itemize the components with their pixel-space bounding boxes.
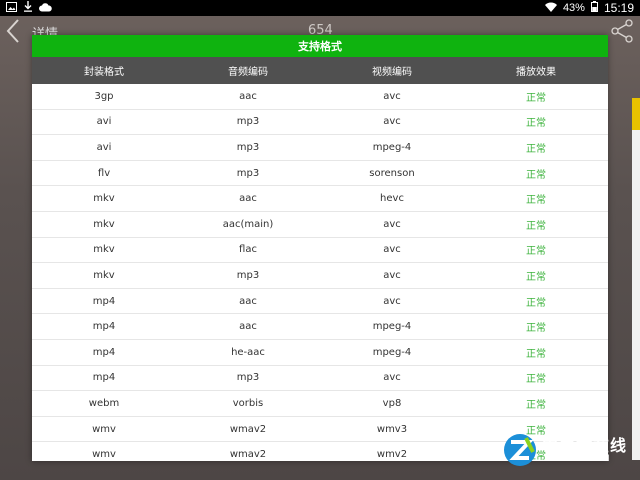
cell-audio-codec: aac	[239, 90, 257, 102]
cell-container: mkv	[93, 193, 115, 205]
cell-container: mkv	[93, 269, 115, 281]
cell-container: 3gp	[94, 90, 114, 102]
cell-playback: 正常	[526, 92, 546, 104]
format-table-body[interactable]: 3gp aac avc 正常 avi mp3 avc 正常 avi mp3 mpeg-4 正常 flv m…	[32, 84, 608, 461]
status-bar: 43% 15:19	[0, 0, 640, 16]
cell-video-codec: mpeg-4	[372, 321, 412, 333]
cell-playback: 正常	[526, 143, 546, 155]
cell-container: flv	[97, 167, 111, 179]
supported-formats-dialog: 支持格式 封装格式 音频编码 视频编码 播放效果 3gp aac avc 正常 avi m…	[32, 35, 608, 461]
column-audio-codec: 音频编码	[228, 67, 268, 78]
table-header: 封装格式 音频编码 视频编码 播放效果	[32, 57, 608, 84]
image-icon	[6, 1, 17, 15]
cell-video-codec: avc	[383, 116, 401, 128]
column-container: 封装格式	[84, 67, 124, 78]
cell-container: mp4	[92, 372, 116, 384]
cell-playback: 正常	[526, 118, 546, 130]
cell-audio-codec: mp3	[236, 269, 260, 281]
battery-percent: 43%	[562, 2, 585, 14]
column-video-codec: 视频编码	[372, 67, 412, 78]
cell-container: webm	[88, 397, 120, 409]
cell-playback: 正常	[526, 374, 546, 386]
cell-video-codec: sorenson	[369, 167, 415, 179]
cell-video-codec: mpeg-4	[372, 141, 412, 153]
cell-audio-codec: mp3	[236, 141, 260, 153]
cell-playback: 正常	[526, 246, 546, 258]
dialog-title: 支持格式	[32, 35, 608, 57]
cell-audio-codec: aac(main)	[222, 218, 274, 230]
table-row: mp4 aac mpeg-4 正常	[32, 314, 608, 340]
cell-playback: 正常	[526, 169, 546, 181]
table-row: mkv mp3 avc 正常	[32, 263, 608, 289]
cell-video-codec: wmv3	[376, 423, 408, 435]
cell-container: avi	[96, 116, 112, 128]
cell-playback: 正常	[526, 297, 546, 309]
table-row: mkv aac hevc 正常	[32, 186, 608, 212]
cell-audio-codec: wmav2	[229, 449, 267, 461]
cell-audio-codec: aac	[239, 321, 257, 333]
table-row: mp4 mp3 avc 正常	[32, 366, 608, 392]
side-panel-edge	[632, 130, 640, 460]
table-row: flv mp3 sorenson 正常	[32, 161, 608, 187]
table-row: mkv flac avc 正常	[32, 238, 608, 264]
wifi-icon	[544, 2, 557, 15]
cloud-icon	[39, 2, 52, 15]
table-row: 3gp aac avc 正常	[32, 84, 608, 110]
table-row: mkv aac(main) avc 正常	[32, 212, 608, 238]
cell-container: mkv	[93, 244, 115, 256]
cell-video-codec: avc	[383, 372, 401, 384]
cell-video-codec: avc	[383, 269, 401, 281]
cell-playback: 正常	[526, 195, 546, 207]
cell-audio-codec: mp3	[236, 167, 260, 179]
cell-container: mp4	[92, 321, 116, 333]
cell-audio-codec: wmav2	[229, 423, 267, 435]
cell-video-codec: wmv2	[376, 449, 408, 461]
cell-container: mkv	[93, 218, 115, 230]
table-row: mp4 he-aac mpeg-4 正常	[32, 340, 608, 366]
side-accent	[632, 98, 640, 130]
cell-playback: 正常	[526, 220, 546, 232]
cell-playback: 正常	[526, 323, 546, 335]
cell-audio-codec: aac	[239, 295, 257, 307]
cell-audio-codec: flac	[239, 244, 257, 256]
cell-video-codec: mpeg-4	[372, 346, 412, 358]
download-icon	[23, 1, 33, 15]
cell-container: wmv	[92, 449, 116, 461]
table-row: avi mp3 mpeg-4 正常	[32, 135, 608, 161]
zol-logo-icon	[502, 432, 538, 468]
cell-container: mp4	[92, 295, 116, 307]
cell-video-codec: avc	[383, 218, 401, 230]
cell-playback: 正常	[526, 271, 546, 283]
cell-audio-codec: vorbis	[232, 397, 264, 409]
table-row: webm vorbis vp8 正常	[32, 391, 608, 417]
cell-audio-codec: mp3	[236, 372, 260, 384]
back-arrow-icon[interactable]	[4, 18, 22, 44]
cell-audio-codec: aac	[239, 193, 257, 205]
watermark-subtext: ZOL.COM.CN	[544, 453, 611, 463]
cell-playback: 正常	[526, 348, 546, 360]
cell-container: avi	[96, 141, 112, 153]
cell-video-codec: hevc	[380, 193, 404, 205]
table-row: mp4 aac avc 正常	[32, 289, 608, 315]
cell-audio-codec: he-aac	[231, 346, 265, 358]
share-icon[interactable]	[610, 18, 634, 44]
cell-container: wmv	[92, 423, 116, 435]
cell-audio-codec: mp3	[236, 116, 260, 128]
battery-icon	[590, 1, 598, 15]
table-row: avi mp3 avc 正常	[32, 110, 608, 136]
cell-video-codec: vp8	[382, 397, 402, 409]
cell-video-codec: avc	[383, 244, 401, 256]
cell-video-codec: avc	[383, 90, 401, 102]
clock: 15:19	[603, 1, 634, 15]
cell-container: mp4	[92, 346, 116, 358]
column-playback: 播放效果	[516, 67, 556, 78]
watermark: 中关村在线 ZOL.COM.CN	[498, 430, 638, 470]
cell-playback: 正常	[526, 399, 546, 411]
cell-video-codec: avc	[383, 295, 401, 307]
